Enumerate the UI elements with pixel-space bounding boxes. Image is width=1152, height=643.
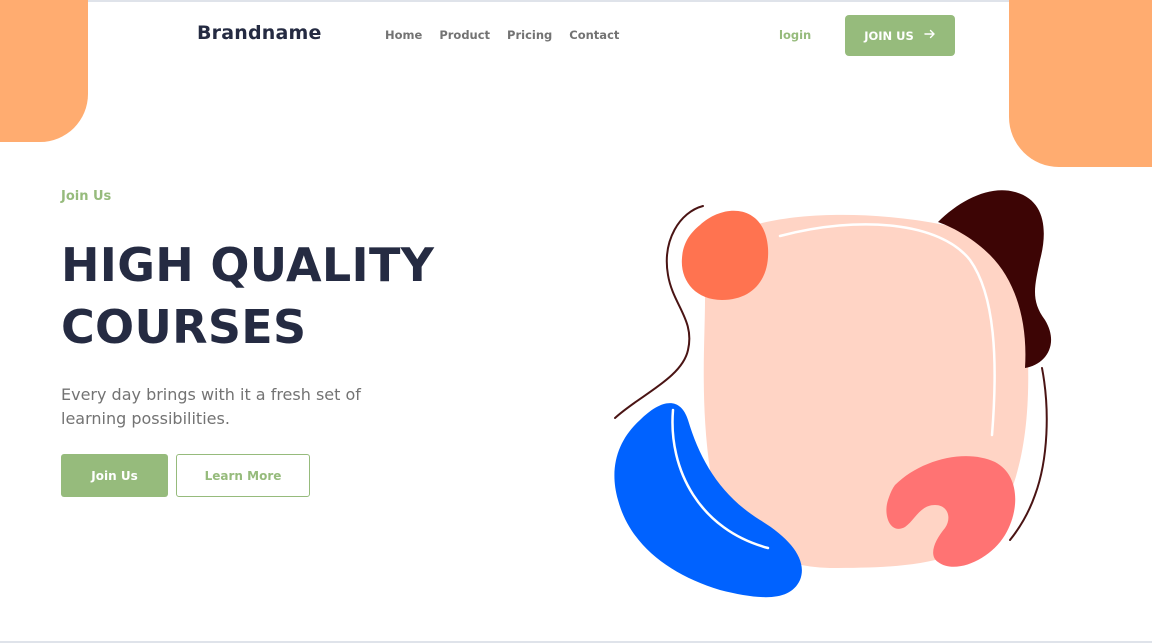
- hero-headline: HIGH QUALITY COURSES: [61, 234, 481, 358]
- join-us-cta-button[interactable]: Join Us: [61, 454, 168, 497]
- nav-pricing[interactable]: Pricing: [507, 28, 552, 42]
- main-nav: Home Product Pricing Contact: [385, 28, 619, 42]
- hero-eyebrow: Join Us: [61, 189, 112, 204]
- join-us-button[interactable]: JOIN US: [845, 15, 955, 56]
- orange-blob: [681, 210, 769, 300]
- learn-more-button[interactable]: Learn More: [176, 454, 310, 497]
- headline-line-1: HIGH QUALITY: [61, 238, 435, 292]
- brand-logo[interactable]: Brandname: [197, 22, 322, 44]
- nav-home[interactable]: Home: [385, 28, 422, 42]
- corner-decoration-right: [1009, 0, 1152, 167]
- corner-decoration-left: [0, 0, 88, 142]
- hero-illustration: [614, 190, 1052, 598]
- headline-line-2: COURSES: [61, 300, 307, 354]
- arrow-right-icon: [924, 29, 936, 42]
- top-border: [0, 0, 1152, 2]
- join-us-label: JOIN US: [864, 28, 914, 43]
- nav-contact[interactable]: Contact: [569, 28, 619, 42]
- login-link[interactable]: login: [779, 28, 811, 42]
- hero-subtext: Every day brings with it a fresh set of …: [61, 385, 361, 428]
- nav-product[interactable]: Product: [439, 28, 490, 42]
